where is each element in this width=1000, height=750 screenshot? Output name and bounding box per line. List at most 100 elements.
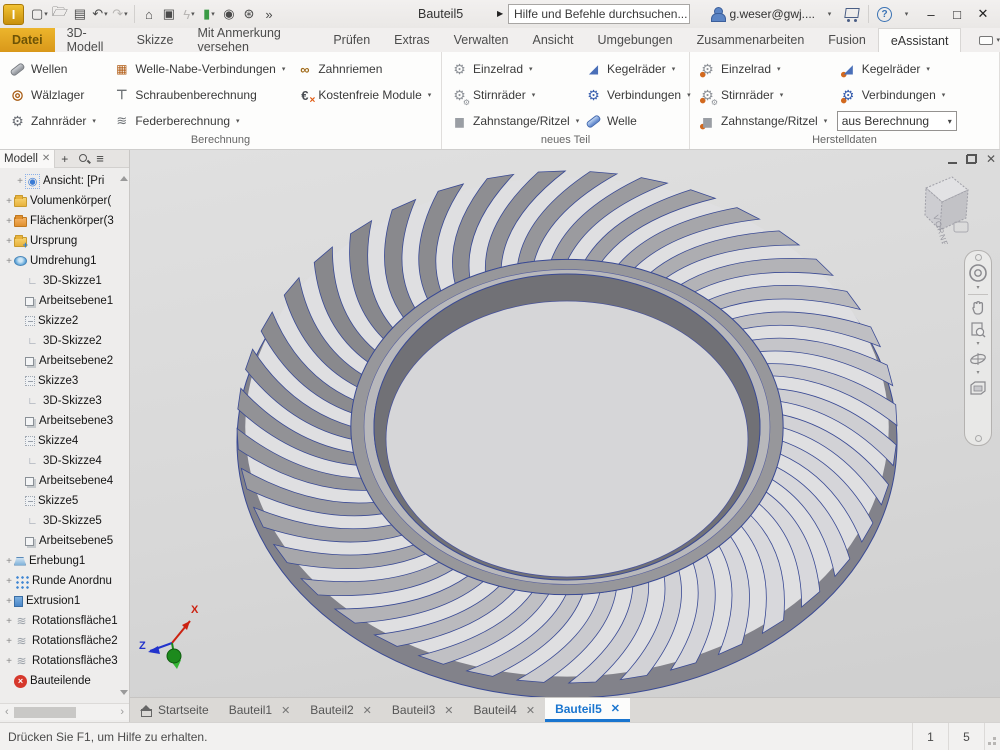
navigation-wheel-icon[interactable] bbox=[968, 263, 988, 283]
close-icon[interactable]: ✕ bbox=[281, 704, 290, 717]
presence-button[interactable]: ◉ bbox=[219, 2, 239, 26]
browser-tab-close-icon[interactable]: ✕ bbox=[42, 153, 50, 164]
tab-3d-modell[interactable]: 3D-Modell bbox=[55, 28, 125, 52]
doc-tab-bauteil5[interactable]: Bauteil5✕ bbox=[545, 698, 630, 722]
ribbon-button-federberechnung[interactable]: ≋Federberechnung▾ bbox=[110, 108, 293, 134]
window-minimize-button[interactable]: – bbox=[920, 3, 942, 25]
inventor-logo-icon[interactable]: I bbox=[3, 4, 24, 25]
switch-windows-button[interactable]: ▣ bbox=[159, 2, 179, 26]
tree-item-3d-skizze1[interactable]: ∟3D-Skizze1 bbox=[0, 271, 122, 291]
close-icon[interactable]: ✕ bbox=[363, 704, 372, 717]
window-maximize-button[interactable]: □ bbox=[946, 3, 968, 25]
resize-grip[interactable] bbox=[984, 723, 1000, 750]
ribbon-collapse-button[interactable]: ▾ bbox=[979, 28, 1000, 52]
chevron-down-icon[interactable]: ▾ bbox=[576, 117, 580, 125]
chevron-down-icon[interactable]: ▾ bbox=[777, 65, 781, 73]
open-file-button[interactable]: 🗁 bbox=[50, 2, 70, 26]
tree-scroll-up-icon[interactable] bbox=[120, 176, 128, 181]
ribbon-button-zahnriemen[interactable]: ∞Zahnriemen bbox=[293, 56, 437, 82]
chevron-down-icon[interactable]: ▾ bbox=[92, 117, 96, 125]
ribbon-button-zahnräder[interactable]: ⚙Zahnräder▾ bbox=[6, 108, 110, 134]
tab-eassistant[interactable]: eAssistant bbox=[878, 28, 962, 52]
tree-item-skizze3[interactable]: Skizze3 bbox=[0, 371, 122, 391]
expander-icon[interactable]: + bbox=[4, 576, 14, 587]
navbar-dropdown-icon[interactable]: ▾ bbox=[976, 341, 979, 348]
tab-fusion[interactable]: Fusion bbox=[816, 28, 878, 52]
tab-datei[interactable]: Datei bbox=[0, 28, 55, 52]
tab-skizze[interactable]: Skizze bbox=[125, 28, 186, 52]
tab-verwalten[interactable]: Verwalten bbox=[442, 28, 521, 52]
navbar-handle-icon[interactable] bbox=[975, 254, 982, 261]
web-button[interactable]: ⊛ bbox=[239, 2, 259, 26]
ribbon-button-kegelräder[interactable]: ◢Kegelräder▾ bbox=[582, 56, 692, 82]
tree-item-3d-skizze2[interactable]: ∟3D-Skizze2 bbox=[0, 331, 122, 351]
doc-tab-bauteil4[interactable]: Bauteil4✕ bbox=[463, 698, 545, 722]
tree-item-umdrehung1[interactable]: +Umdrehung1 bbox=[0, 251, 122, 271]
ribbon-button-zahnstange-ritzel[interactable]: ▆Zahnstange/Ritzel▾ bbox=[448, 108, 582, 134]
chevron-down-icon[interactable]: ▾ bbox=[926, 65, 930, 73]
ribbon-button-welle-nabe-verbindungen[interactable]: ▦Welle-Nabe-Verbindungen▾ bbox=[110, 56, 293, 82]
browser-menu-icon[interactable]: ≡ bbox=[96, 151, 104, 166]
expander-icon[interactable]: + bbox=[4, 596, 14, 607]
window-close-button[interactable]: ✕ bbox=[972, 3, 994, 25]
tree-item-skizze5[interactable]: Skizze5 bbox=[0, 491, 122, 511]
doc-window-close-icon[interactable]: ✕ bbox=[986, 154, 996, 164]
tab-prüfen[interactable]: Prüfen bbox=[321, 28, 382, 52]
zoom-window-icon[interactable] bbox=[969, 321, 987, 339]
tree-item-bauteilende[interactable]: ×Bauteilende bbox=[0, 671, 122, 691]
help-dropdown[interactable]: ▾ bbox=[896, 2, 916, 26]
help-icon[interactable]: ? bbox=[877, 7, 892, 22]
expander-icon[interactable]: + bbox=[4, 236, 14, 247]
doc-window-minimize-icon[interactable] bbox=[948, 154, 957, 164]
help-search-input[interactable]: Hilfe und Befehle durchsuchen... bbox=[508, 4, 690, 24]
mfg-source-combobox[interactable]: aus Berechnung▾ bbox=[837, 111, 957, 131]
ribbon-button-schraubenberechnung[interactable]: ⊤Schraubenberechnung bbox=[110, 82, 293, 108]
ribbon-button-kostenfreie-module[interactable]: €Kostenfreie Module▾ bbox=[293, 82, 437, 108]
redo-button[interactable]: ↷▾ bbox=[110, 2, 130, 26]
ribbon-button-kegelräder[interactable]: ◢Kegelräder▾ bbox=[837, 56, 995, 82]
tree-item-runde-anordnu[interactable]: +Runde Anordnu bbox=[0, 571, 122, 591]
ribbon-button-stirnräder[interactable]: ⚙Stirnräder▾ bbox=[696, 82, 837, 108]
chevron-down-icon[interactable]: ▾ bbox=[282, 65, 286, 73]
tree-item-arbeitsebene3[interactable]: Arbeitsebene3 bbox=[0, 411, 122, 431]
home-button[interactable]: ⌂ bbox=[139, 2, 159, 26]
scrollbar-thumb[interactable] bbox=[14, 707, 76, 718]
new-file-button[interactable]: ▢▾ bbox=[29, 2, 50, 26]
tree-item-erhebung1[interactable]: +Erhebung1 bbox=[0, 551, 122, 571]
tree-item-arbeitsebene2[interactable]: Arbeitsebene2 bbox=[0, 351, 122, 371]
ribbon-button-einzelrad[interactable]: ⚙Einzelrad▾ bbox=[448, 56, 582, 82]
tree-item-arbeitsebene1[interactable]: Arbeitsebene1 bbox=[0, 291, 122, 311]
tab-zusammenarbeiten[interactable]: Zusammenarbeiten bbox=[685, 28, 817, 52]
navbar-dropdown-icon[interactable]: ▾ bbox=[976, 285, 979, 292]
tree-item-volumenkörper-[interactable]: +Volumenkörper( bbox=[0, 191, 122, 211]
chevron-down-icon[interactable]: ▾ bbox=[236, 117, 240, 125]
view-cube[interactable]: VORNE bbox=[902, 172, 980, 244]
tree-item-3d-skizze4[interactable]: ∟3D-Skizze4 bbox=[0, 451, 122, 471]
material-button[interactable]: ▮▾ bbox=[199, 2, 219, 26]
tab-mit-anmerkung-versehen[interactable]: Mit Anmerkung versehen bbox=[185, 28, 321, 52]
scroll-right-icon[interactable]: › bbox=[115, 706, 129, 718]
tree-item-extrusion1[interactable]: +Extrusion1 bbox=[0, 591, 122, 611]
expander-icon[interactable]: + bbox=[4, 556, 14, 567]
look-at-icon[interactable] bbox=[968, 379, 988, 395]
close-icon[interactable]: ✕ bbox=[611, 702, 620, 715]
doc-window-restore-icon[interactable] bbox=[966, 154, 977, 164]
tree-item-skizze2[interactable]: Skizze2 bbox=[0, 311, 122, 331]
chevron-down-icon[interactable]: ▾ bbox=[780, 91, 784, 99]
chevron-down-icon[interactable]: ▾ bbox=[532, 91, 536, 99]
ribbon-button-wellen[interactable]: Wellen bbox=[6, 56, 110, 82]
expander-icon[interactable]: + bbox=[4, 216, 14, 227]
ribbon-button-zahnstange-ritzel[interactable]: ▆Zahnstange/Ritzel▾ bbox=[696, 108, 837, 134]
tree-item-arbeitsebene4[interactable]: Arbeitsebene4 bbox=[0, 471, 122, 491]
close-icon[interactable]: ✕ bbox=[526, 704, 535, 717]
browser-tab-modell[interactable]: Modell ✕ bbox=[0, 150, 55, 168]
tree-item-3d-skizze3[interactable]: ∟3D-Skizze3 bbox=[0, 391, 122, 411]
browser-search-icon[interactable] bbox=[77, 152, 91, 166]
ribbon-button-einzelrad[interactable]: ⚙Einzelrad▾ bbox=[696, 56, 837, 82]
chevron-down-icon[interactable]: ▾ bbox=[942, 91, 946, 99]
browser-add-button[interactable]: + bbox=[55, 152, 74, 166]
chevron-down-icon[interactable]: ▾ bbox=[428, 91, 432, 99]
expander-icon[interactable]: + bbox=[4, 656, 14, 667]
scroll-left-icon[interactable]: ‹ bbox=[0, 706, 14, 718]
tab-umgebungen[interactable]: Umgebungen bbox=[586, 28, 685, 52]
